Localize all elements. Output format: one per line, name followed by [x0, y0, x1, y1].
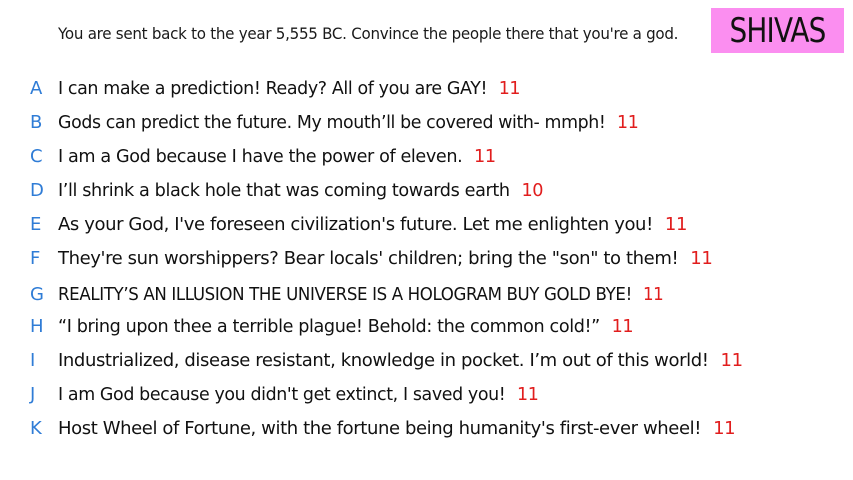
answer-text-content: Host Wheel of Fortune, with the fortune …	[58, 417, 702, 439]
answer-text-content: I am God because you didn't get extinct,…	[58, 383, 506, 405]
answer-text-content: “I bring upon thee a terrible plague! Be…	[58, 315, 600, 337]
answer-letter: J	[30, 383, 36, 405]
answer-letter: H	[30, 315, 44, 337]
answer-text: REALITY’S AN ILLUSION THE UNIVERSE IS A …	[58, 283, 664, 305]
answer-score: 11	[664, 213, 688, 235]
answer-text-content: Gods can predict the future. My mouth’ll…	[58, 111, 606, 133]
answer-letter: E	[30, 213, 42, 235]
answer-text-content: I’ll shrink a black hole that was coming…	[58, 179, 510, 201]
answer-score: 11	[474, 145, 496, 167]
answer-score: 11	[517, 383, 539, 405]
answer-text: As your God, I've foreseen civilization'…	[58, 214, 687, 235]
answer-letter: C	[30, 145, 43, 167]
answer-text: “I bring upon thee a terrible plague! Be…	[58, 315, 634, 337]
answer-score: 11	[690, 247, 713, 269]
answer-text: Industrialized, disease resistant, knowl…	[58, 350, 743, 371]
answer-letter: D	[30, 179, 44, 201]
player-name-badge: SHIVAS	[711, 8, 844, 53]
answer-score: 11	[713, 417, 736, 439]
answer-text: I am a God because I have the power of e…	[58, 146, 496, 167]
answer-text: They're sun worshippers? Bear locals' ch…	[58, 247, 713, 269]
answer-text: Host Wheel of Fortune, with the fortune …	[58, 417, 736, 439]
prompt-text: You are sent back to the year 5,555 BC. …	[58, 24, 679, 43]
answer-text-content: I can make a prediction! Ready? All of y…	[58, 77, 488, 99]
answer-letter: B	[30, 111, 43, 133]
answer-text: I’ll shrink a black hole that was coming…	[58, 179, 544, 201]
answer-letter: K	[30, 417, 42, 439]
answer-text-content: REALITY’S AN ILLUSION THE UNIVERSE IS A …	[58, 283, 632, 305]
answer-text-content: They're sun worshippers? Bear locals' ch…	[58, 247, 679, 269]
answer-score: 11	[720, 349, 744, 371]
answer-text-content: I am a God because I have the power of e…	[58, 145, 463, 167]
answer-text: Gods can predict the future. My mouth’ll…	[58, 111, 639, 133]
answer-score: 11	[611, 315, 634, 337]
answer-letter: I	[30, 349, 36, 371]
answer-text: I can make a prediction! Ready? All of y…	[58, 77, 521, 99]
answer-letter: F	[30, 247, 41, 269]
answer-score: 10	[521, 179, 544, 201]
answer-letter: G	[30, 283, 44, 305]
answer-score: 11	[498, 77, 521, 99]
answer-text-content: As your God, I've foreseen civilization'…	[58, 213, 653, 235]
player-name: SHIVAS	[729, 10, 826, 51]
answer-text: I am God because you didn't get extinct,…	[58, 383, 539, 405]
answer-score: 11	[642, 283, 664, 305]
answer-score: 11	[617, 111, 639, 133]
answer-text-content: Industrialized, disease resistant, knowl…	[58, 349, 709, 371]
answer-letter: A	[30, 77, 43, 99]
